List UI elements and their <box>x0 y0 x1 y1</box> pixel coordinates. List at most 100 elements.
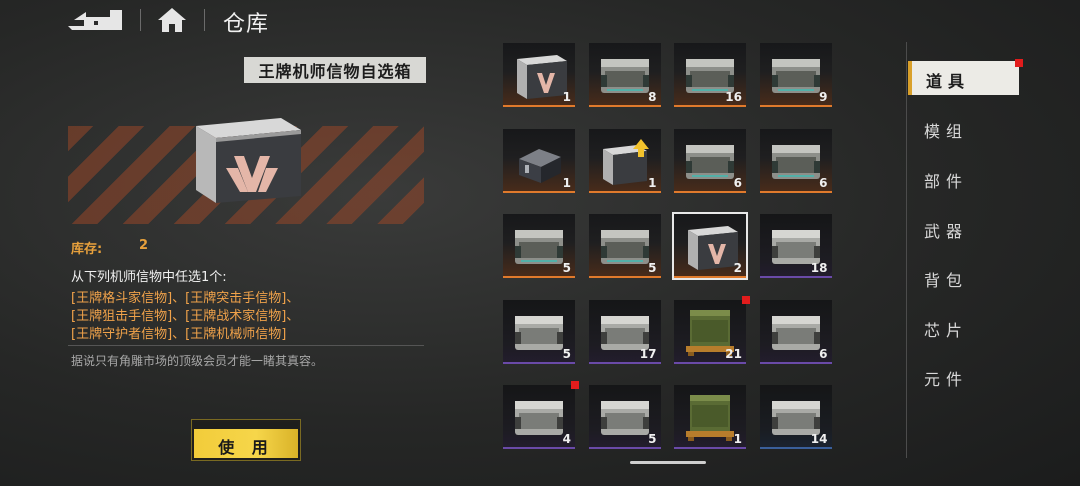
item-count: 9 <box>819 90 828 104</box>
inventory-slot[interactable]: 5 <box>503 299 575 364</box>
silver-chest-icon <box>515 315 563 350</box>
rarity-bar <box>759 190 832 193</box>
inventory-slot[interactable]: 1 <box>674 385 746 449</box>
use-button-label: 使 用 <box>218 438 274 457</box>
rarity-bar <box>759 447 832 449</box>
back-arrow-icon <box>68 10 122 30</box>
tab-backpack[interactable]: 背包 <box>924 267 968 291</box>
item-count: 4 <box>562 432 571 446</box>
steel-chest-icon <box>771 144 820 179</box>
back-button[interactable] <box>66 8 124 32</box>
inventory-grid: 1 8 16 9 1 1 6 6 5 5 2 18 5 17 21 6 4 5 1 14 <box>503 43 835 453</box>
item-count: 6 <box>819 175 828 190</box>
home-icon <box>158 8 186 32</box>
item-name: 王牌机师信物自选箱 <box>244 57 426 83</box>
inventory-slot[interactable]: 8 <box>588 43 661 107</box>
steel-chest-icon <box>771 59 820 93</box>
item-count: 6 <box>733 175 742 190</box>
inventory-slot[interactable]: 4 <box>503 381 579 449</box>
rarity-bar <box>759 276 832 278</box>
item-count: 1 <box>648 175 657 190</box>
ace-crate-icon <box>688 226 738 270</box>
notification-badge <box>571 381 579 389</box>
rarity-bar <box>674 190 746 193</box>
nav-divider <box>906 42 907 458</box>
notification-badge <box>1015 59 1023 67</box>
tab-parts[interactable]: 部件 <box>924 168 968 192</box>
item-count: 14 <box>810 432 828 446</box>
inventory-slot[interactable]: 1 <box>503 128 575 193</box>
steel-chest-icon <box>600 59 649 93</box>
inventory-slot[interactable]: 6 <box>759 128 832 193</box>
description-line: [王牌守护者信物]、[王牌机械师信物] <box>71 327 287 342</box>
inventory-slot[interactable]: 14 <box>759 385 832 449</box>
rarity-bar <box>674 105 746 107</box>
rarity-bar <box>759 361 832 364</box>
inventory-slot[interactable]: 16 <box>674 43 746 107</box>
tab-weapons[interactable]: 武器 <box>924 218 968 242</box>
stock-row: 库存: 2 <box>71 238 148 257</box>
item-count: 2 <box>733 261 742 275</box>
inventory-slot[interactable]: 5 <box>588 214 661 278</box>
rarity-bar <box>503 361 575 364</box>
page-title: 仓库 <box>223 12 270 37</box>
military-crate-icon <box>686 395 734 441</box>
stock-value: 2 <box>139 238 149 253</box>
description-intro: 从下列机师信物中任选1个: <box>71 270 227 285</box>
inventory-slot[interactable]: 6 <box>759 299 832 364</box>
silver-chest-icon <box>515 401 563 435</box>
item-count: 5 <box>562 346 571 361</box>
top-bar: 仓库 <box>0 0 1080 42</box>
rarity-bar <box>588 361 661 364</box>
flavor-text: 据说只有角雕市场的顶级会员才能一睹其真容。 <box>71 354 324 368</box>
item-count: 5 <box>562 261 571 275</box>
inventory-slot[interactable]: 9 <box>759 43 832 107</box>
inventory-slot[interactable]: 18 <box>759 214 832 278</box>
description-line: [王牌狙击手信物]、[王牌战术家信物]、 <box>71 309 300 324</box>
item-count: 5 <box>648 261 657 275</box>
item-count: 18 <box>810 261 828 275</box>
rarity-bar <box>503 190 575 193</box>
inventory-slot[interactable]: 1 <box>588 128 661 193</box>
tab-label: 道具 <box>926 72 971 91</box>
stock-label: 库存: <box>71 242 103 257</box>
item-count: 16 <box>725 90 742 104</box>
item-count: 17 <box>639 346 657 361</box>
rarity-bar <box>674 447 746 449</box>
use-button[interactable]: 使 用 <box>192 420 300 460</box>
inventory-slot[interactable]: 1 <box>503 43 575 107</box>
divider <box>204 9 205 31</box>
item-count: 5 <box>648 432 657 446</box>
tab-chips[interactable]: 芯片 <box>924 317 968 341</box>
scroll-indicator[interactable] <box>630 461 706 464</box>
divider <box>140 9 141 31</box>
item-count: 6 <box>819 346 828 361</box>
inventory-slot[interactable]: 5 <box>503 214 575 278</box>
home-button[interactable] <box>156 6 188 34</box>
inventory-slot-selected[interactable]: 2 <box>672 212 748 280</box>
rarity-bar <box>588 447 661 449</box>
rarity-bar <box>503 447 575 449</box>
inventory-slot[interactable]: 17 <box>588 299 661 364</box>
button-strip <box>194 422 298 429</box>
notification-badge <box>742 295 750 304</box>
item-count: 21 <box>725 346 742 361</box>
item-preview <box>186 108 306 208</box>
ace-crate-icon <box>196 118 301 203</box>
divider <box>68 345 424 346</box>
tab-modules[interactable]: 模组 <box>924 118 968 142</box>
ace-crate-icon <box>517 55 567 99</box>
inventory-slot[interactable]: 6 <box>674 128 746 193</box>
steel-chest-icon <box>515 230 563 264</box>
item-count: 1 <box>562 175 571 190</box>
silver-chest-icon <box>600 401 649 435</box>
tab-components[interactable]: 元件 <box>924 366 968 390</box>
tab-props[interactable]: 道具 <box>908 61 1019 95</box>
item-count: 1 <box>562 90 571 104</box>
inventory-slot[interactable]: 21 <box>674 295 750 364</box>
rarity-bar <box>759 105 832 107</box>
item-count: 8 <box>648 90 657 104</box>
inventory-slot[interactable]: 5 <box>588 385 661 449</box>
steel-chest-icon <box>686 144 734 179</box>
description-line: [王牌格斗家信物]、[王牌突击手信物]、 <box>71 291 300 306</box>
